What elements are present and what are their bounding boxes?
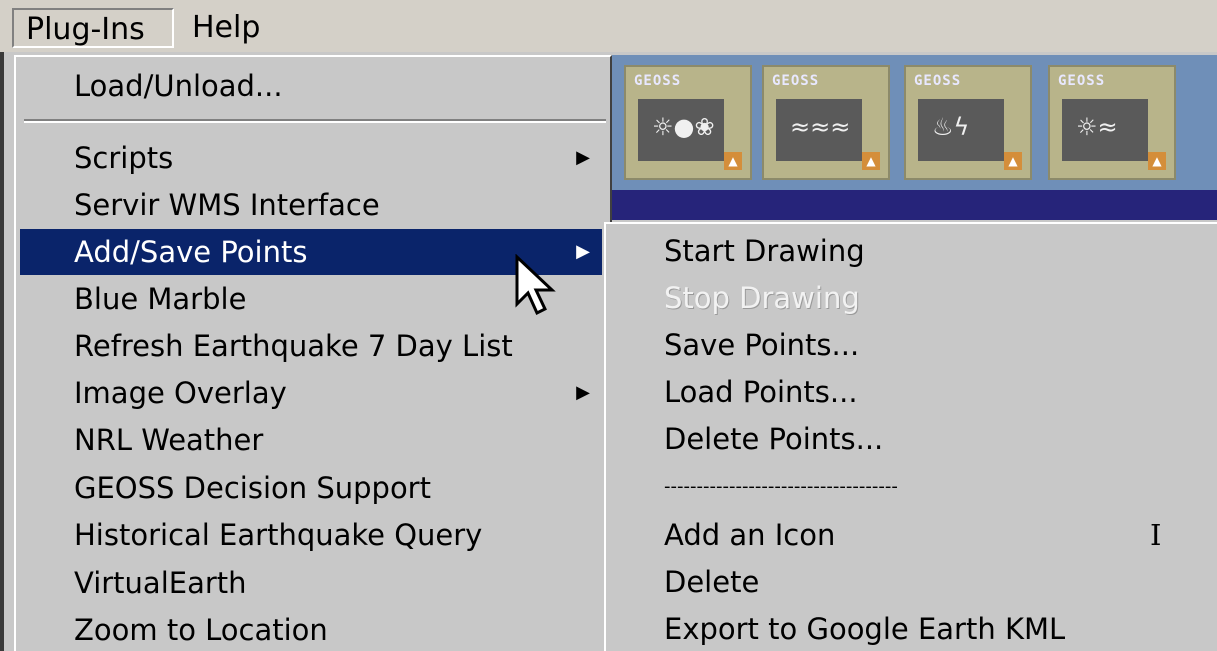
submenu-item-save-points[interactable]: Save Points... xyxy=(606,322,1206,368)
submenu-item-label: Delete xyxy=(664,565,760,599)
submenu-item-add-an-icon[interactable]: Add an Icon I xyxy=(606,512,1206,558)
badge-icon: ▲ xyxy=(724,152,742,170)
tile-title: GEOSS xyxy=(914,73,962,89)
climate-icon: ☼≈ xyxy=(1076,113,1118,141)
menu-item-label: Servir WMS Interface xyxy=(74,188,380,222)
submenu-arrow-icon: ▶ xyxy=(576,382,590,403)
submenu-item-label: Load Points... xyxy=(664,375,858,409)
geoss-banner: GEOSS ☼●❀ ▲ GEOSS ≈≈≈ ▲ GEOSS ♨ϟ ▲ GEOSS… xyxy=(612,55,1217,220)
plugins-menu: Load/Unload... Scripts ▶ Servir WMS Inte… xyxy=(14,55,612,651)
mouse-cursor-icon xyxy=(515,254,556,316)
menu-item-label: Scripts xyxy=(74,141,174,175)
submenu-item-label: Add an Icon xyxy=(664,518,836,552)
menu-item-label: NRL Weather xyxy=(74,423,264,457)
menu-item-historical-earthquake[interactable]: Historical Earthquake Query xyxy=(20,512,602,558)
menu-item-label: Historical Earthquake Query xyxy=(74,518,483,552)
badge-icon: ▲ xyxy=(1148,152,1166,170)
menubar-plugins[interactable]: Plug-Ins xyxy=(12,8,174,48)
menu-item-scripts[interactable]: Scripts ▶ xyxy=(20,135,602,181)
submenu-item-label: Save Points... xyxy=(664,328,860,362)
tile-title: GEOSS xyxy=(634,73,682,89)
geoss-tile-water[interactable]: GEOSS ≈≈≈ ▲ xyxy=(762,65,890,180)
menu-item-label: GEOSS Decision Support xyxy=(74,471,431,505)
submenu-item-export-kml[interactable]: Export to Google Earth KML xyxy=(606,606,1206,651)
submenu-item-label: Export to Google Earth KML xyxy=(664,612,1066,646)
menu-item-virtualearth[interactable]: VirtualEarth xyxy=(20,560,602,606)
menu-item-label: Load/Unload... xyxy=(74,69,283,103)
menu-item-refresh-earthquake[interactable]: Refresh Earthquake 7 Day List xyxy=(20,323,602,369)
menubar-help[interactable]: Help xyxy=(180,8,270,48)
menu-separator xyxy=(24,119,606,123)
menu-item-nrl-weather[interactable]: NRL Weather xyxy=(20,417,602,463)
weather-icon: ☼●❀ xyxy=(652,113,715,141)
submenu-item-delete[interactable]: Delete xyxy=(606,559,1206,605)
menu-item-geoss-decision-support[interactable]: GEOSS Decision Support xyxy=(20,465,602,511)
submenu-item-load-points[interactable]: Load Points... xyxy=(606,369,1206,415)
screen: Plug-Ins Help GEOSS ☼●❀ ▲ GEOSS ≈≈≈ ▲ GE… xyxy=(0,0,1217,651)
geoss-tile-weather[interactable]: GEOSS ☼●❀ ▲ xyxy=(624,65,752,180)
menu-item-zoom-to-location[interactable]: Zoom to Location xyxy=(20,607,602,651)
submenu-item-start-drawing[interactable]: Start Drawing xyxy=(606,228,1206,274)
menu-item-label: Add/Save Points xyxy=(74,235,308,269)
tile-title: GEOSS xyxy=(1058,73,1106,89)
menu-item-label: VirtualEarth xyxy=(74,566,247,600)
menu-item-load-unload[interactable]: Load/Unload... xyxy=(20,63,602,109)
menu-item-servir-wms[interactable]: Servir WMS Interface xyxy=(20,182,602,228)
geoss-tile-climate[interactable]: GEOSS ☼≈ ▲ xyxy=(1048,65,1176,180)
submenu-item-dashes[interactable]: ------------------------------------ xyxy=(606,464,1206,510)
menu-item-label: Zoom to Location xyxy=(74,613,328,647)
submenu-item-label: ------------------------------------ xyxy=(664,476,898,497)
menu-item-label: Image Overlay xyxy=(74,376,287,410)
badge-icon: ▲ xyxy=(1004,152,1022,170)
energy-icon: ♨ϟ xyxy=(932,113,970,141)
submenu-arrow-icon: ▶ xyxy=(576,241,590,262)
submenu-item-label: Start Drawing xyxy=(664,234,865,268)
menubar: Plug-Ins Help xyxy=(0,0,1217,52)
water-icon: ≈≈≈ xyxy=(790,113,851,141)
submenu-arrow-icon: ▶ xyxy=(576,147,590,168)
menu-item-label: Refresh Earthquake 7 Day List xyxy=(74,329,513,363)
badge-icon: ▲ xyxy=(862,152,880,170)
submenu-item-delete-points[interactable]: Delete Points... xyxy=(606,416,1206,462)
banner-strip xyxy=(612,190,1217,220)
submenu-item-label: Delete Points... xyxy=(664,422,884,456)
accelerator-key: I xyxy=(1150,518,1162,552)
menu-item-label: Blue Marble xyxy=(74,282,247,316)
submenu-item-stop-drawing: Stop Drawing xyxy=(606,275,1206,321)
submenu-item-label: Stop Drawing xyxy=(664,281,860,315)
menu-item-image-overlay[interactable]: Image Overlay ▶ xyxy=(20,370,602,416)
geoss-tile-energy[interactable]: GEOSS ♨ϟ ▲ xyxy=(904,65,1032,180)
tile-title: GEOSS xyxy=(772,73,820,89)
add-save-points-submenu: Start Drawing Stop Drawing Save Points..… xyxy=(604,222,1217,651)
window-edge xyxy=(0,52,4,651)
